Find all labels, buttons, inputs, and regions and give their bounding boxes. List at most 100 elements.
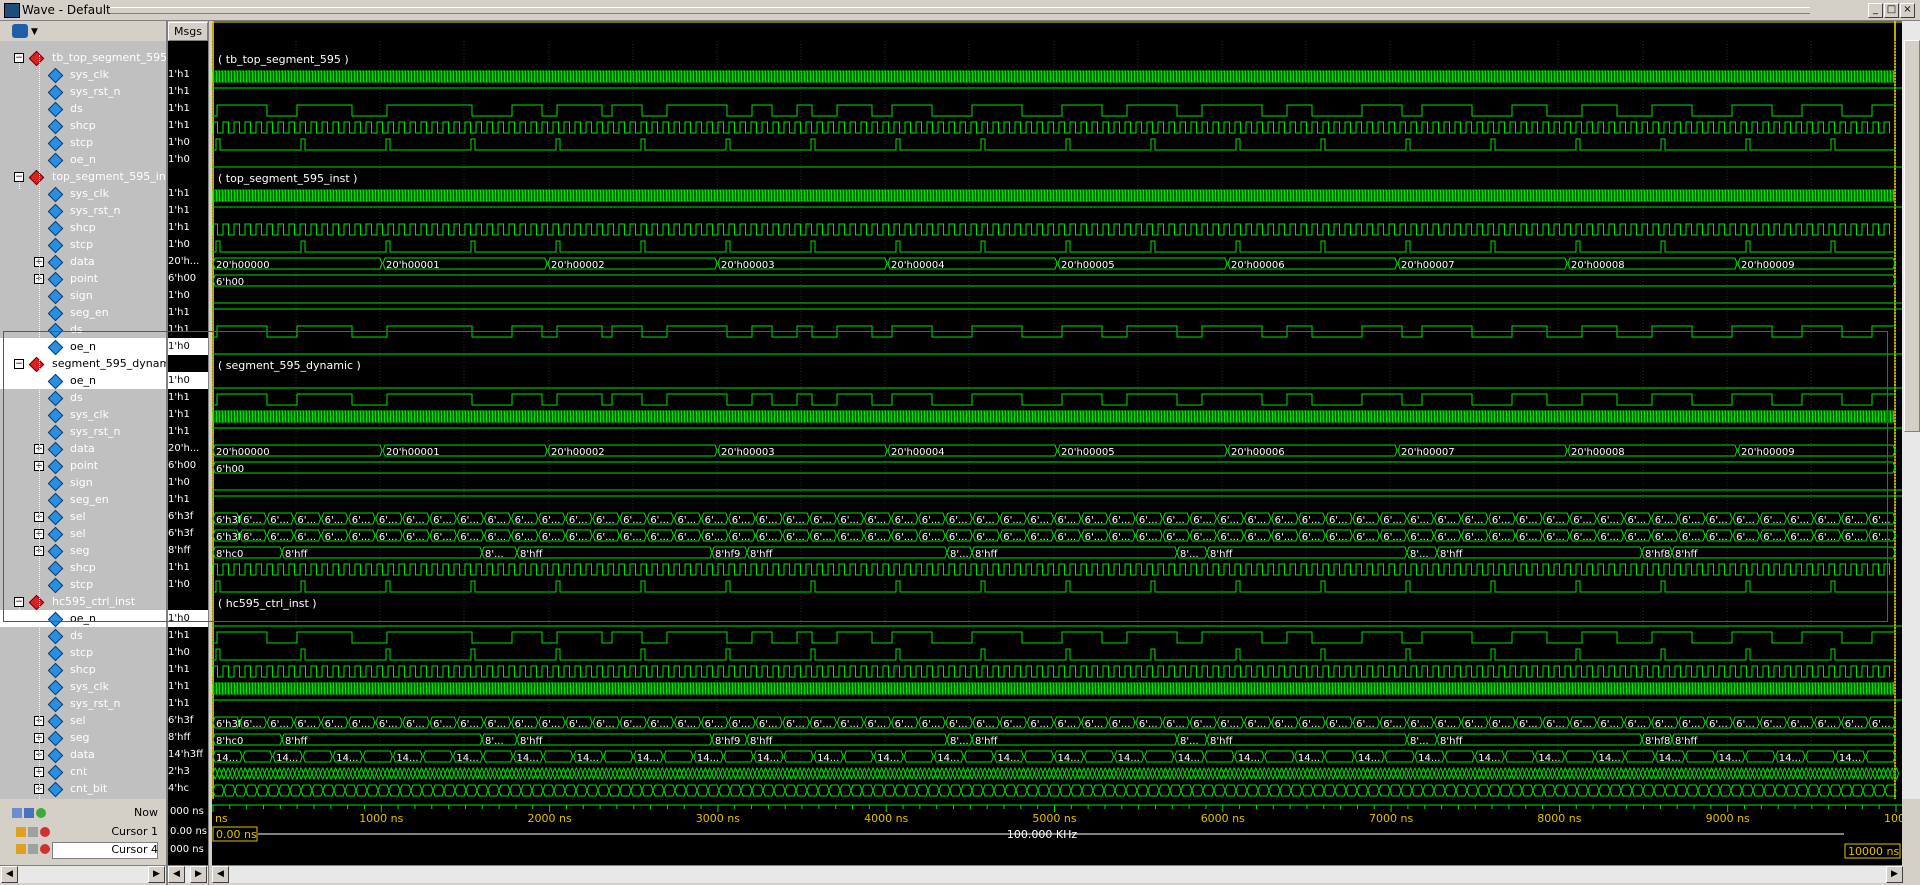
waveform-pane[interactable]: ( tb_top_segment_595 ) ( top_segment_595_… [212,21,1902,799]
wave-high[interactable] [212,206,1902,219]
lock-icon[interactable] [16,844,26,854]
msgs-column-header[interactable]: Msgs [168,22,208,41]
signal-row[interactable]: shcp [0,117,166,135]
bus-value-label: 8'hff [1210,736,1233,747]
delete-cursor-icon[interactable] [40,844,50,854]
signal-row[interactable]: + point [0,457,166,475]
signal-row[interactable]: sys_rst_n [0,423,166,441]
signal-value: 1'h0 [168,154,190,165]
signal-name-pane[interactable]: − tb_top_segment_595 sys_clk sys_rst_n ds shc… [0,41,166,799]
signal-row[interactable]: sys_rst_n [0,202,166,220]
now-icon[interactable] [12,808,22,818]
group-row[interactable]: − top_segment_595_inst [0,168,166,186]
app-icon [4,3,20,18]
wave-group[interactable]: ( segment_595_dynamic ) [218,359,361,372]
maximize-button[interactable]: □ [1884,3,1899,18]
signal-row[interactable]: oe_n [0,151,166,169]
wave-high[interactable] [212,495,1902,508]
signal-row[interactable]: shcp [0,661,166,679]
wave-high[interactable] [212,87,1902,100]
signal-row[interactable]: sign [0,474,166,492]
wave-horizontal-scrollbar[interactable] [212,865,1902,883]
signal-row[interactable]: sign [0,287,166,305]
signal-row[interactable]: sys_rst_n [0,695,166,713]
scroll-right-icon[interactable]: ▶ [148,866,165,883]
wave-high[interactable] [212,699,1902,712]
signal-row[interactable]: + sel [0,508,166,526]
signal-row[interactable]: seg_en [0,491,166,509]
waveform-canvas[interactable]: ( tb_top_segment_595 ) ( top_segment_595_… [212,21,1902,799]
signal-row[interactable]: + data [0,440,166,458]
signal-row[interactable]: oe_n [0,372,166,390]
signal-row[interactable]: ds [0,627,166,645]
wave-clk[interactable] [212,70,1895,83]
add-cursor-icon[interactable] [24,808,34,818]
signal-row[interactable]: + seg [0,542,166,560]
signal-row[interactable]: ds [0,389,166,407]
wave-clk[interactable] [212,682,1895,695]
wave-cnt[interactable] [212,767,1900,780]
signal-row[interactable]: sys_clk [0,406,166,424]
wave-high[interactable] [212,427,1902,440]
vertical-scroll-thumb[interactable] [1904,40,1920,432]
scroll-left-icon[interactable]: ◀ [168,866,185,883]
bus-value-label: 14... [1779,753,1801,764]
delete-cursor-icon[interactable] [40,827,50,837]
signal-row[interactable]: + point [0,270,166,288]
pane-divider[interactable] [166,21,168,885]
signal-row[interactable]: + data [0,253,166,271]
signal-row[interactable]: stcp [0,576,166,594]
signal-row[interactable]: sys_clk [0,185,166,203]
signal-row[interactable]: stcp [0,644,166,662]
scroll-right-icon[interactable]: ▶ [1886,866,1903,883]
signal-row[interactable]: + cnt_bit [0,780,166,798]
signal-row[interactable]: + cnt [0,763,166,781]
wave-group[interactable]: ( top_segment_595_inst ) [218,172,357,185]
signal-row[interactable]: sys_rst_n [0,83,166,101]
close-button[interactable]: × [1900,3,1915,18]
signal-row[interactable]: + sel [0,525,166,543]
title-grip[interactable] [110,7,1810,14]
scroll-right-icon[interactable]: ▶ [190,866,207,883]
signal-row[interactable]: + seg [0,729,166,747]
signal-row[interactable]: oe_n [0,338,166,356]
timeline-pane[interactable]: 1000 ns 2000 ns 3000 ns 4000 ns 5000 ns 6000 … [212,799,1905,865]
wave-bus1[interactable]: 6'h00 [212,461,1896,475]
signal-row[interactable]: sys_clk [0,678,166,696]
wave-clk[interactable] [212,410,1895,423]
chevron-down-icon[interactable]: ▼ [31,27,38,37]
signal-row[interactable]: stcp [0,134,166,152]
insert-cursor-icon[interactable] [36,808,46,818]
signal-row[interactable]: ds [0,100,166,118]
name-horizontal-scrollbar[interactable] [0,865,166,883]
pencil-icon[interactable] [28,827,38,837]
signal-row[interactable]: + data [0,746,166,764]
wave-high[interactable] [212,308,1902,321]
lock-icon[interactable] [16,827,26,837]
wave-data[interactable]: 20'h00000 20'h00001 20'h00002 20'h00003 20'h… [212,257,1896,271]
signal-name: sign [70,476,93,489]
scroll-left-icon[interactable]: ◀ [1,866,18,883]
signal-row[interactable]: seg_en [0,304,166,322]
group-row[interactable]: −segment_595_dynamic [0,355,166,373]
signal-row[interactable]: + sel [0,712,166,730]
signal-icon [47,679,64,696]
scroll-left-icon[interactable]: ◀ [212,866,229,883]
signal-row[interactable]: oe_n [0,610,166,628]
signal-row[interactable]: stcp [0,236,166,254]
signal-value-pane[interactable]: 1'h1 1'h1 1'h1 1'h1 1'h0 1'h0 1'h1 1'h1 1'h1 1'h0… [166,41,208,799]
signal-row[interactable]: ds [0,321,166,339]
wave-clk[interactable] [212,189,1895,202]
group-row[interactable]: − tb_top_segment_595 [0,49,166,67]
signal-row[interactable]: shcp [0,219,166,237]
signal-row[interactable]: shcp [0,559,166,577]
pencil-icon[interactable] [28,844,38,854]
wave-group[interactable]: ( tb_top_segment_595 ) [218,53,349,66]
group-icon[interactable] [12,24,28,38]
group-row[interactable]: − hc595_ctrl_inst [0,593,166,611]
signal-row[interactable]: sys_clk [0,66,166,84]
minimize-button[interactable]: _ [1868,3,1883,18]
timeline-canvas[interactable]: 1000 ns 2000 ns 3000 ns 4000 ns 5000 ns 6000 … [212,799,1905,865]
signal-icon [47,135,64,152]
wave-group[interactable]: ( hc595_ctrl_inst ) [218,597,317,610]
